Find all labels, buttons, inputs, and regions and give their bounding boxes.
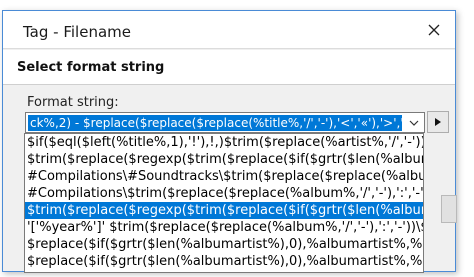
list-item[interactable]: #Compilations\$trim($replace($replace(%a… (25, 185, 423, 202)
combo-dropdown-button[interactable] (404, 113, 424, 132)
list-item[interactable]: $replace($if($grtr($len(%albumartist%),0… (25, 253, 423, 270)
window-title: Tag - Filename (23, 23, 131, 41)
list-item[interactable]: $if($eql($left(%title%,1),'!'),!,)$trim(… (25, 134, 423, 151)
list-item[interactable]: #Compilations\#Soundtracks\$trim($replac… (25, 168, 423, 185)
header-band: Select format string (3, 50, 455, 85)
insert-tag-button[interactable] (427, 111, 449, 133)
format-string-label: Format string: (27, 95, 119, 110)
format-string-value[interactable]: ck%,2) - $replace($replace($replace(%tit… (28, 115, 402, 131)
list-item[interactable]: $replace($if($grtr($len(%albumartist%),0… (25, 236, 423, 253)
close-icon (428, 24, 440, 36)
format-string-dropdown-list: $if($eql($left(%title%,1),'!'),!,)$trim(… (24, 133, 424, 273)
chevron-down-icon (409, 120, 419, 126)
list-item[interactable]: $replace($if($grtr($len(%albumartist%),0… (25, 270, 423, 272)
format-string-combobox[interactable]: ck%,2) - $replace($replace($replace(%tit… (25, 112, 425, 133)
list-item[interactable]: $trim($replace($regexp($trim($replace($i… (25, 151, 423, 168)
list-item[interactable]: $trim($replace($regexp($trim($replace($i… (25, 202, 423, 219)
triangle-right-icon (435, 118, 441, 126)
title-bar: Tag - Filename (3, 11, 455, 49)
close-button[interactable] (419, 17, 449, 43)
list-item[interactable]: '['%year%']' $trim($replace($replace(%al… (25, 219, 423, 236)
partially-hidden-button[interactable] (441, 195, 457, 223)
section-title: Select format string (17, 60, 165, 75)
